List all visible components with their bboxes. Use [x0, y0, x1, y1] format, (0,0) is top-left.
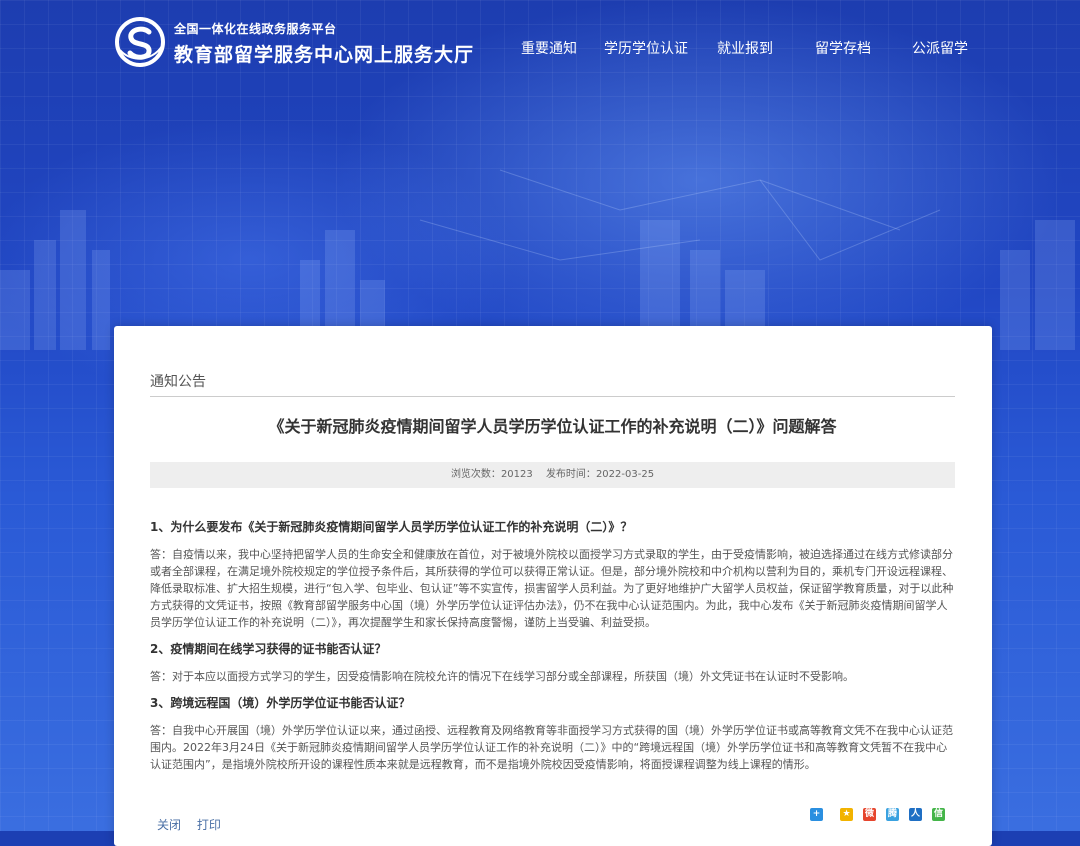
weibo-icon[interactable]: 微: [863, 808, 876, 821]
views-count: 20123: [500, 469, 533, 480]
city-skyline-decoration: [0, 169, 1075, 350]
close-link[interactable]: 关闭: [157, 818, 181, 832]
section-title: 通知公告: [150, 374, 206, 390]
question-2: 2、疫情期间在线学习获得的证书能否认证？: [150, 642, 387, 656]
print-link[interactable]: 打印: [197, 818, 221, 832]
article-meta: 浏览次数：20123 发布时间：2022-03-25: [150, 462, 955, 488]
article-actions: 关闭 打印: [157, 816, 233, 833]
nav-important-notices[interactable]: 重要通知: [521, 38, 577, 58]
publish-label: 发布时间：: [545, 469, 596, 480]
answer-3: 答：自我中心开展国（境）外学历学位认证以来，通过函授、远程教育及网络教育等非面授…: [150, 724, 953, 771]
views: 浏览次数：20123: [451, 469, 533, 480]
share-plus-icon[interactable]: +: [810, 808, 823, 821]
divider: [150, 396, 955, 397]
site-logo-icon: [115, 17, 165, 67]
answer-2: 答：对于本应以面授方式学习的学生，因受疫情影响在院校允许的情况下在线学习部分或全…: [150, 670, 854, 683]
publish-value: 2022-03-25: [595, 469, 655, 480]
renren-icon[interactable]: 人: [909, 808, 922, 821]
question-1: 1、为什么要发布《关于新冠肺炎疫情期间留学人员学历学位认证工作的补充说明（二）》…: [150, 520, 633, 534]
platform-name: 全国一体化在线政务服务平台: [174, 22, 337, 36]
qzone-icon[interactable]: ★: [840, 808, 853, 821]
views-label: 浏览次数：: [450, 469, 501, 480]
article-card: 通知公告 《关于新冠肺炎疫情期间留学人员学历学位认证工作的补充说明（二）》问题解…: [114, 326, 992, 846]
nav-employment-registration[interactable]: 就业报到: [717, 38, 773, 58]
tencent-weibo-icon[interactable]: 腾: [886, 808, 899, 821]
nav-government-sponsored-study[interactable]: 公派留学: [912, 38, 968, 58]
question-3: 3、跨境远程国（境）外学历学位证书能否认证？: [150, 696, 411, 710]
site-title: 教育部留学服务中心网上服务大厅: [174, 44, 475, 66]
wechat-icon[interactable]: 信: [932, 808, 945, 821]
publish-date: 发布时间：2022-03-25: [546, 469, 654, 480]
article-body: 1、为什么要发布《关于新冠肺炎疫情期间留学人员学历学位认证工作的补充说明（二）》…: [150, 518, 955, 773]
answer-1: 答：自疫情以来，我中心坚持把留学人员的生命安全和健康放在首位，对于被境外院校以面…: [150, 548, 954, 629]
site-header: 全国一体化在线政务服务平台 教育部留学服务中心网上服务大厅 重要通知 学历学位认…: [0, 0, 1080, 90]
nav-degree-certification[interactable]: 学历学位认证: [604, 38, 688, 58]
article-title: 《关于新冠肺炎疫情期间留学人员学历学位认证工作的补充说明（二）》问题解答: [268, 417, 837, 436]
nav-study-abroad-archive[interactable]: 留学存档: [815, 38, 871, 58]
